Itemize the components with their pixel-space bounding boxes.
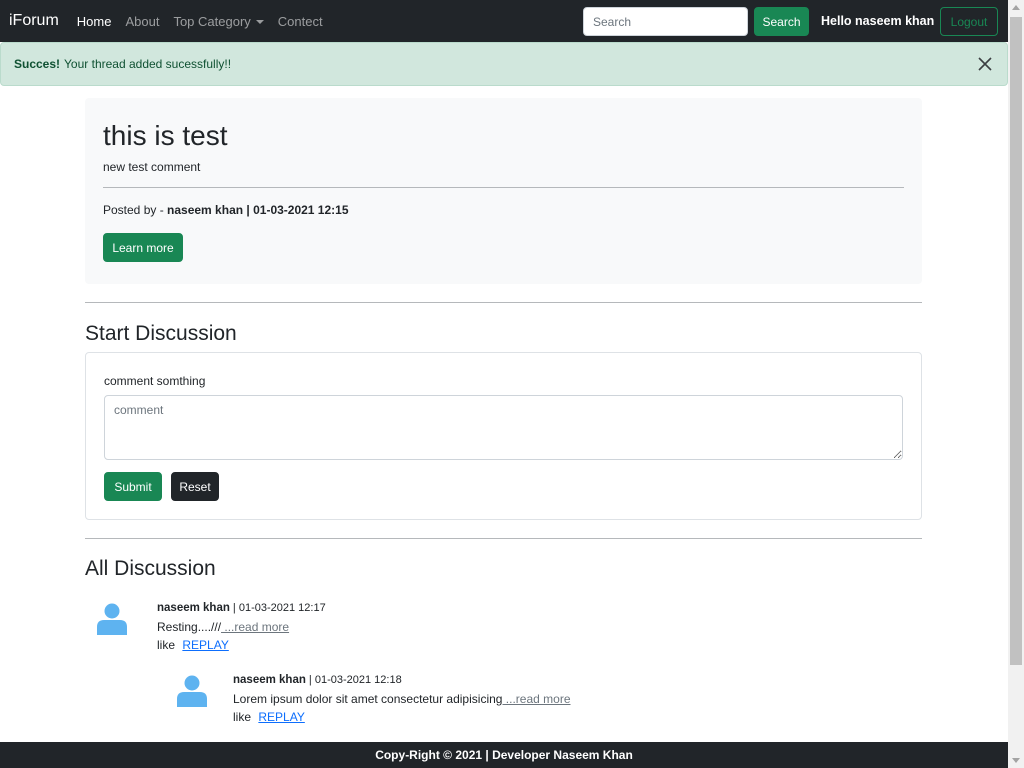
comment-datetime: | 01-03-2021 12:18 (305, 674, 402, 686)
user-greeting: Hello naseem khan (821, 14, 935, 28)
comment-meta: naseem khan | 01-03-2021 12:17 (157, 602, 326, 614)
alert-message: Your thread added sucessfully!! (64, 57, 232, 71)
posted-meta: naseem khan | 01-03-2021 12:15 (167, 203, 349, 217)
read-more-link[interactable]: ...read more (221, 620, 289, 634)
nav-home[interactable]: Home (77, 14, 112, 29)
nav-top-category[interactable]: Top Category (173, 13, 264, 29)
logout-button[interactable]: Logout (940, 7, 998, 36)
nav-top-category-label: Top Category (173, 13, 251, 29)
thread-title: this is test (103, 120, 228, 151)
comment-textarea[interactable] (104, 395, 903, 460)
all-discussion-heading: All Discussion (85, 557, 216, 580)
search-input[interactable] (583, 7, 748, 36)
reset-button[interactable]: Reset (171, 472, 219, 501)
divider (103, 187, 904, 188)
start-discussion-heading: Start Discussion (85, 322, 237, 345)
discussion-form: comment somthing Submit Reset (85, 352, 922, 520)
like-link[interactable]: like (233, 710, 251, 724)
comment-body: Lorem ipsum dolor sit amet consectetur a… (233, 692, 503, 706)
footer-text: Copy-Right © 2021 | Developer Naseem Kha… (375, 748, 633, 762)
scroll-up-arrow-icon[interactable] (1012, 5, 1020, 10)
learn-more-button[interactable]: Learn more (103, 233, 183, 262)
comment-actions: like REPLAY (157, 638, 229, 652)
vertical-scrollbar[interactable] (1008, 0, 1024, 768)
nav-about[interactable]: About (125, 14, 159, 29)
posted-prefix: Posted by - (103, 203, 168, 217)
comment-body: Resting..../// (157, 620, 222, 634)
reply-link[interactable]: REPLAY (258, 710, 304, 724)
footer: Copy-Right © 2021 | Developer Naseem Kha… (0, 742, 1008, 768)
divider (85, 302, 922, 303)
like-link[interactable]: like (157, 638, 175, 652)
thread-posted-by: Posted by - naseem khan | 01-03-2021 12:… (103, 203, 349, 217)
scrollbar-thumb[interactable] (1010, 17, 1022, 665)
user-avatar-icon (97, 603, 127, 635)
comment-text: Resting..../// ...read more (157, 620, 289, 634)
comment-label: comment somthing (104, 374, 206, 388)
comment-author: naseem khan (233, 674, 306, 686)
read-more-link[interactable]: ...read more (502, 692, 571, 706)
comment-meta: naseem khan | 01-03-2021 12:18 (233, 674, 402, 686)
brand-logo[interactable]: iForum (9, 12, 59, 30)
submit-button[interactable]: Submit (104, 472, 162, 501)
nav-contact[interactable]: Contect (278, 14, 323, 29)
thread-description: new test comment (103, 160, 201, 174)
user-avatar-icon (177, 675, 207, 707)
comment-author: naseem khan (157, 602, 230, 614)
caret-down-icon (255, 20, 264, 25)
close-icon[interactable] (975, 54, 995, 74)
reply-link[interactable]: REPLAY (182, 638, 228, 652)
alert-title: Succes! (14, 57, 61, 71)
thread-jumbotron: this is test new test comment Posted by … (85, 98, 922, 284)
divider (85, 538, 922, 539)
success-alert: Succes! Your thread added sucessfully!! (0, 42, 1008, 86)
comment-actions: like REPLAY (233, 710, 305, 724)
comment-text: Lorem ipsum dolor sit amet consectetur a… (233, 692, 571, 706)
search-button[interactable]: Search (754, 7, 809, 36)
scroll-down-arrow-icon[interactable] (1012, 758, 1020, 763)
comment-datetime: | 01-03-2021 12:17 (229, 602, 326, 614)
navbar: iForum Home About Top Category Contect S… (0, 0, 1008, 42)
